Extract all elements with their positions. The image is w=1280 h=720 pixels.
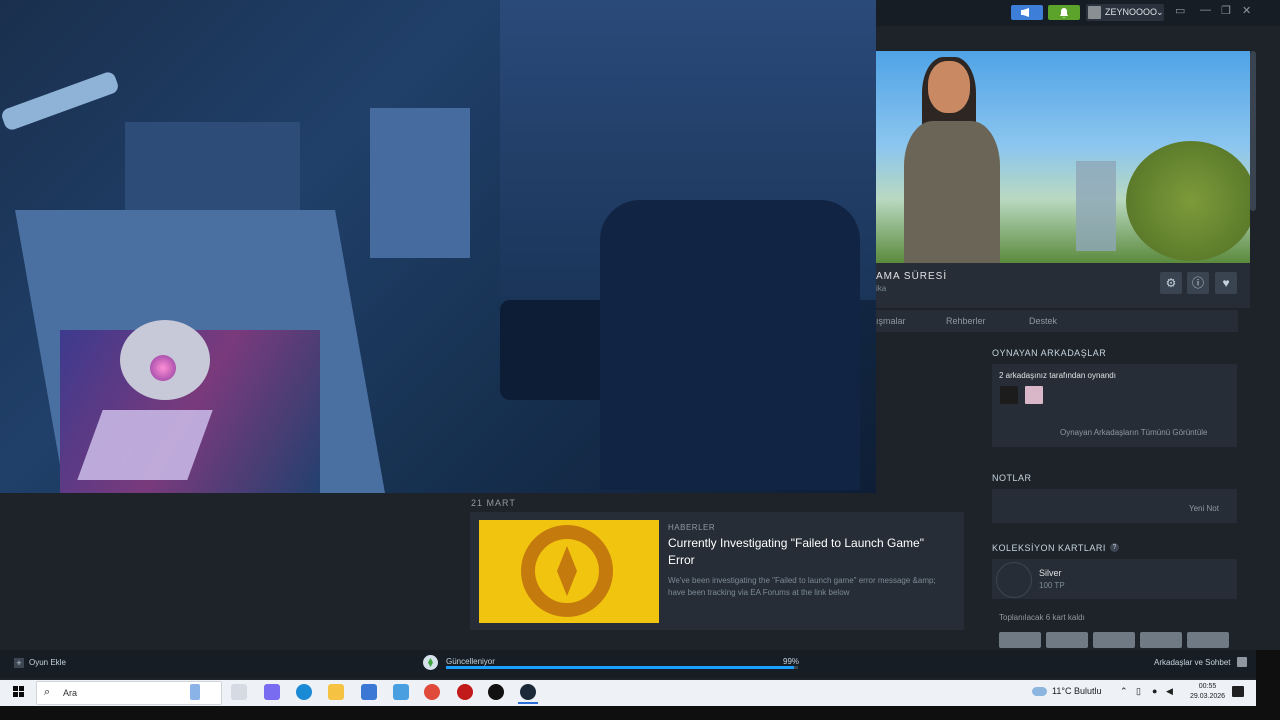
friend-avatar[interactable] bbox=[1000, 386, 1018, 404]
notes-heading: NOTLAR bbox=[992, 473, 1032, 483]
sims-game-icon bbox=[423, 655, 438, 670]
game-hero-image bbox=[876, 51, 1250, 263]
steam-icon[interactable] bbox=[520, 684, 536, 700]
clock-time: 00:55 bbox=[1198, 683, 1217, 690]
help-icon[interactable]: ? bbox=[1110, 543, 1119, 552]
sim-character bbox=[896, 57, 1006, 263]
avatar bbox=[1088, 6, 1101, 19]
username-label: ZEYNOOOO bbox=[1105, 7, 1158, 17]
steam-bottom-bar bbox=[0, 650, 1260, 678]
webcam-overlay bbox=[0, 0, 876, 493]
big-picture-icon[interactable]: ▭ bbox=[1175, 4, 1185, 17]
friend-avatar[interactable] bbox=[1025, 386, 1043, 404]
minimize-icon[interactable]: — bbox=[1200, 4, 1211, 16]
gaming-chair bbox=[600, 200, 860, 490]
game-tabs: ışmalar Rehberler Destek bbox=[876, 310, 1238, 332]
trading-card[interactable] bbox=[1140, 632, 1182, 648]
update-percent: 99% bbox=[783, 657, 800, 666]
obs-icon[interactable] bbox=[488, 684, 504, 700]
copilot-icon[interactable] bbox=[264, 684, 280, 700]
search-placeholder: Ara bbox=[63, 688, 78, 698]
trading-card[interactable] bbox=[1187, 632, 1229, 648]
desk-lamp bbox=[0, 70, 121, 132]
playtime-sub: ika bbox=[876, 284, 887, 293]
search-highlight-icon bbox=[190, 684, 200, 700]
windows-start-icon[interactable] bbox=[13, 686, 25, 698]
microphone-icon[interactable]: ● bbox=[1152, 686, 1157, 696]
trading-card[interactable] bbox=[999, 632, 1041, 648]
update-status[interactable]: Güncelleniyor bbox=[446, 657, 495, 666]
chevron-up-icon[interactable]: ⌃ bbox=[1120, 686, 1128, 697]
volume-icon[interactable]: ◀ bbox=[1166, 686, 1173, 697]
notification-icon[interactable] bbox=[1232, 686, 1244, 697]
cards-remaining: Toplanılacak 6 kart kaldı bbox=[999, 613, 1085, 622]
app-icon[interactable] bbox=[457, 684, 473, 700]
file-explorer-icon[interactable] bbox=[328, 684, 344, 700]
notifications-button[interactable] bbox=[1048, 5, 1080, 20]
news-description: We've been investigating the "Failed to … bbox=[668, 576, 936, 597]
download-progress-bar[interactable] bbox=[446, 666, 798, 669]
badge-name: Silver bbox=[1039, 568, 1062, 578]
playtime-label: AMA SÜRESİ bbox=[876, 271, 948, 282]
cloud-icon bbox=[1032, 687, 1047, 696]
microsoft-store-icon[interactable] bbox=[393, 684, 409, 700]
news-title[interactable]: Currently Investigating "Failed to Launc… bbox=[668, 535, 948, 569]
chat-icon[interactable] bbox=[1237, 657, 1247, 667]
tab-support[interactable]: Destek bbox=[1029, 316, 1057, 326]
add-game-button[interactable]: + Oyun Ekle bbox=[14, 658, 66, 668]
friends-chat-button[interactable]: Arkadaşlar ve Sohbet bbox=[1154, 658, 1231, 667]
weather-text[interactable]: 11°C Bulutlu bbox=[1052, 686, 1101, 696]
account-menu[interactable]: ZEYNOOOO ⌄ bbox=[1086, 4, 1164, 21]
megaphone-icon bbox=[1021, 8, 1029, 17]
search-icon: ⌕ bbox=[44, 686, 51, 698]
add-game-label: Oyun Ekle bbox=[29, 658, 66, 668]
badge-icon bbox=[996, 562, 1032, 598]
view-all-friends-link[interactable]: Oynayan Arkadaşların Tümünü Görüntüle bbox=[1060, 428, 1208, 437]
progress-fill bbox=[446, 666, 795, 669]
settings-gear-icon[interactable]: ⚙ bbox=[1160, 272, 1182, 294]
new-note-button[interactable]: Yeni Not bbox=[1189, 504, 1219, 513]
news-date: 21 MART bbox=[471, 498, 516, 508]
announcements-button[interactable] bbox=[1011, 5, 1043, 20]
taskbar-search-input[interactable]: ⌕ Ara bbox=[36, 681, 222, 705]
edge-icon[interactable] bbox=[296, 684, 312, 700]
heart-icon[interactable]: ♥ bbox=[1215, 272, 1237, 294]
plus-icon: + bbox=[14, 658, 24, 668]
task-view-icon[interactable] bbox=[231, 684, 247, 700]
trading-card[interactable] bbox=[1093, 632, 1135, 648]
outlook-icon[interactable] bbox=[361, 684, 377, 700]
news-thumbnail[interactable] bbox=[479, 520, 659, 623]
game-info-bar: AMA SÜRESİ ika ⚙ ⓘ ♥ bbox=[876, 263, 1250, 308]
clock-date: 29.03.2026 bbox=[1190, 693, 1226, 700]
friends-playing-heading: OYNAYAN ARKADAŞLAR bbox=[992, 348, 1107, 358]
friends-playing-summary: 2 arkadaşınız tarafından oynandı bbox=[999, 371, 1116, 380]
chrome-icon[interactable] bbox=[424, 684, 440, 700]
taskbar-clock[interactable]: 00:55 29.03.2026 bbox=[1190, 682, 1225, 702]
library-sidebar bbox=[0, 493, 455, 648]
scrollbar[interactable] bbox=[1250, 51, 1256, 211]
badge-xp: 100 TP bbox=[1039, 581, 1065, 590]
chevron-down-icon: ⌄ bbox=[1156, 7, 1164, 17]
bell-icon bbox=[1060, 8, 1068, 18]
info-icon[interactable]: ⓘ bbox=[1187, 272, 1209, 294]
maximize-icon[interactable]: ❐ bbox=[1221, 4, 1231, 17]
tab-guides[interactable]: Rehberler bbox=[946, 316, 986, 326]
trading-card[interactable] bbox=[1046, 632, 1088, 648]
close-icon[interactable]: ✕ bbox=[1242, 4, 1251, 17]
active-app-indicator bbox=[518, 702, 538, 704]
news-kicker: HABERLER bbox=[668, 523, 716, 532]
tab-discussions[interactable]: ışmalar bbox=[876, 316, 906, 326]
trading-cards-heading: KOLEKSİYON KARTLARI bbox=[992, 543, 1106, 553]
display-icon[interactable]: ▯ bbox=[1136, 686, 1141, 697]
